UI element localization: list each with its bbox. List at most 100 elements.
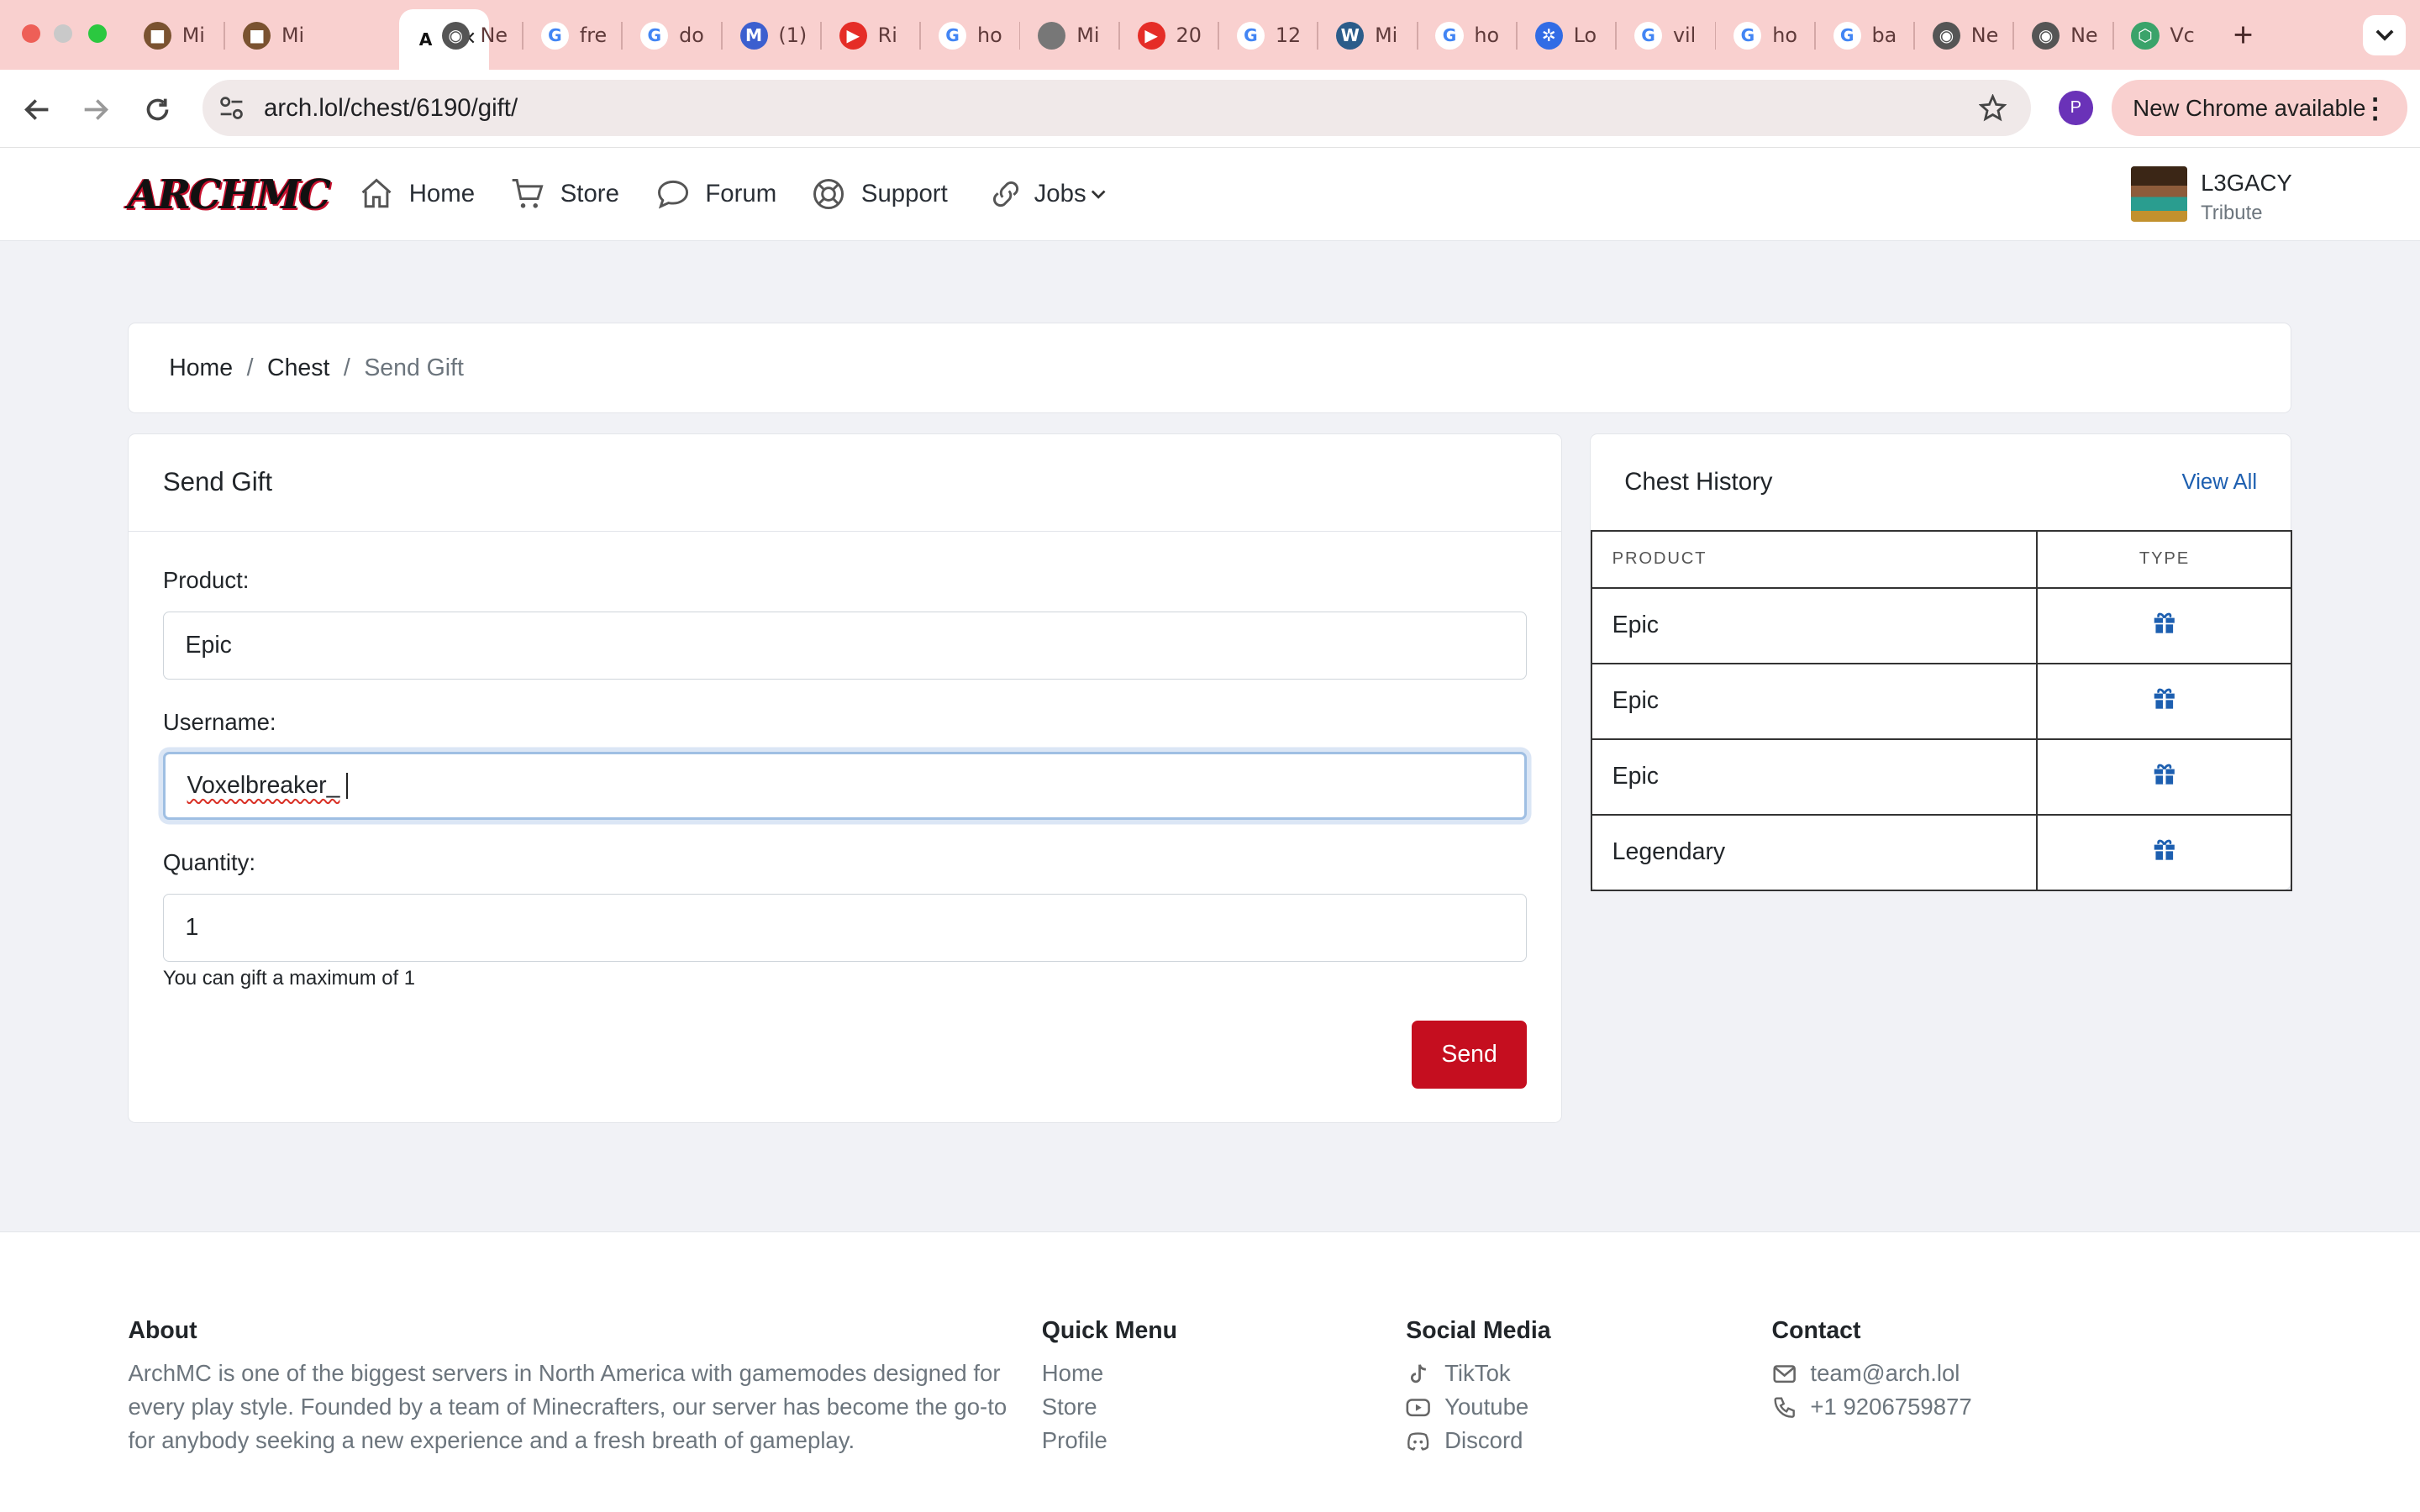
product-field[interactable]: Epic	[162, 612, 1528, 680]
type-cell	[2036, 586, 2293, 664]
browser-tab[interactable]: Gdo	[629, 13, 717, 59]
mail-icon	[1772, 1364, 1796, 1383]
browser-tab[interactable]: Gfre	[529, 13, 619, 59]
tab-separator	[1913, 21, 1915, 50]
nav-home-label: Home	[408, 180, 476, 208]
browser-tab[interactable]: Gho	[1423, 13, 1512, 59]
bookmark-star-icon[interactable]	[1978, 94, 2007, 122]
address-bar[interactable]: arch.lol/chest/6190/gift/	[202, 80, 2032, 136]
product-cell: Epic	[1590, 662, 2039, 740]
chest-history-table: PRODUCT TYPE Epic Epic Epic Legendary	[1590, 529, 2293, 891]
tab-separator	[224, 21, 226, 50]
gift-icon	[2154, 688, 2175, 709]
nav-forum[interactable]: Forum	[655, 176, 776, 213]
view-all-link[interactable]: View All	[2182, 470, 2258, 495]
tab-separator	[820, 21, 822, 50]
footer-contact: Contact team@arch.lol +1 9206759877	[1772, 1317, 1972, 1425]
tab-label: Mi	[1076, 24, 1100, 48]
url-text[interactable]: arch.lol/chest/6190/gift/	[264, 94, 518, 123]
footer-link-home[interactable]: Home	[1042, 1357, 1177, 1390]
user-name: L3GACY	[2201, 170, 2292, 197]
nav-home[interactable]: Home	[358, 176, 475, 213]
browser-tab[interactable]: ▶ Ri	[827, 13, 909, 59]
browser-tab[interactable]: W Mi	[1324, 13, 1410, 59]
google-icon: G	[1435, 21, 1464, 50]
breadcrumb-home[interactable]: Home	[169, 354, 233, 382]
arrow-right-icon	[85, 99, 109, 120]
footer-link-tiktok[interactable]: TikTok	[1406, 1357, 1550, 1390]
maximize-window-button[interactable]	[87, 24, 107, 44]
minimize-window-button[interactable]	[54, 24, 73, 44]
nav-jobs[interactable]: Jobs	[987, 176, 1106, 213]
breadcrumb: Home / Chest / Send Gift	[128, 322, 2292, 414]
update-chrome-button[interactable]: New Chrome available ⋮	[2111, 80, 2408, 136]
back-button[interactable]	[18, 91, 55, 128]
browser-tab[interactable]: ◉ Ne	[1920, 13, 2011, 59]
new-tab-button[interactable]: +	[2233, 15, 2254, 55]
close-window-button[interactable]	[21, 24, 40, 44]
footer-link-store[interactable]: Store	[1042, 1390, 1177, 1424]
browser-tab[interactable]: ◉ Ne	[429, 13, 520, 59]
browser-tab[interactable]: Mi	[1026, 13, 1112, 59]
browser-tab[interactable]: ■ Mi	[131, 13, 217, 59]
browser-tab[interactable]: ■ Mi	[230, 13, 316, 59]
browser-tab[interactable]: ▶ 20	[1125, 13, 1214, 59]
quantity-value: 1	[185, 914, 199, 942]
chrome-icon: ◉	[2032, 21, 2060, 50]
send-gift-title: Send Gift	[129, 434, 1561, 532]
table-row: Epic	[1590, 662, 2293, 740]
tab-label: ba	[1871, 24, 1897, 48]
tab-label: Mi	[1375, 24, 1398, 48]
send-button[interactable]: Send	[1411, 1021, 1528, 1089]
gift-icon	[2154, 839, 2175, 860]
reload-button[interactable]	[139, 91, 176, 128]
nav-support[interactable]: Support	[810, 176, 948, 213]
tab-label: do	[679, 24, 704, 48]
more-vert-icon[interactable]: ⋮	[2361, 92, 2389, 125]
browser-tab[interactable]: ✲ Lo	[1523, 13, 1609, 59]
browser-tab[interactable]: Gho	[1722, 13, 1810, 59]
browser-tab[interactable]: Gvil	[1622, 13, 1708, 59]
archmc-logo[interactable]: ARCHMC	[128, 171, 331, 218]
forward-button[interactable]	[77, 91, 114, 128]
browser-tab[interactable]: ◉ Ne	[2020, 13, 2111, 59]
update-label: New Chrome available	[2133, 94, 2366, 121]
footer-link-youtube[interactable]: Youtube	[1406, 1390, 1550, 1424]
browser-tab[interactable]: M (1)	[728, 13, 819, 59]
nav-store[interactable]: Store	[509, 176, 619, 213]
email-text: team@arch.lol	[1810, 1360, 1960, 1387]
browser-tab[interactable]: G 12	[1224, 13, 1313, 59]
browser-tab[interactable]: ⬡ Vc	[2119, 13, 2207, 59]
site-settings-icon[interactable]	[218, 94, 245, 122]
browser-tab[interactable]: Gba	[1821, 13, 1909, 59]
footer-contact-phone[interactable]: +1 9206759877	[1772, 1390, 1972, 1424]
youtube-icon: ▶	[1137, 21, 1165, 50]
browser-tab[interactable]: Gho	[926, 13, 1014, 59]
nav-jobs-label: Jobs	[1034, 180, 1086, 208]
quantity-input[interactable]: 1	[162, 894, 1528, 963]
minecraft-block-icon: ■	[243, 21, 271, 50]
discord-label: Discord	[1444, 1427, 1523, 1454]
table-row: Legendary	[1590, 813, 2293, 891]
profile-avatar[interactable]: P	[2059, 91, 2093, 125]
type-cell	[2036, 813, 2293, 891]
footer-link-discord[interactable]: Discord	[1406, 1424, 1550, 1457]
site-footer: About ArchMC is one of the biggest serve…	[0, 1231, 2420, 1512]
phone-icon	[1774, 1397, 1795, 1418]
google-icon: G	[540, 21, 569, 50]
username-input[interactable]: Voxelbreaker_	[162, 752, 1528, 821]
user-menu[interactable]: L3GACY Tribute	[2131, 166, 2292, 224]
tab-separator	[919, 21, 922, 50]
tab-search-button[interactable]	[2362, 15, 2407, 56]
footer-contact-email[interactable]: team@arch.lol	[1772, 1357, 1972, 1390]
tab-label: Ne	[480, 24, 508, 48]
breadcrumb-chest[interactable]: Chest	[267, 354, 329, 382]
google-icon: G	[640, 21, 669, 50]
tab-label: fre	[579, 24, 608, 48]
tab-separator	[1714, 21, 1717, 50]
nav-forum-label: Forum	[705, 180, 777, 208]
tab-label: Ne	[1970, 24, 1999, 48]
footer-link-profile[interactable]: Profile	[1042, 1424, 1177, 1457]
tab-separator	[1615, 21, 1618, 50]
footer-social-title: Social Media	[1406, 1316, 1551, 1344]
